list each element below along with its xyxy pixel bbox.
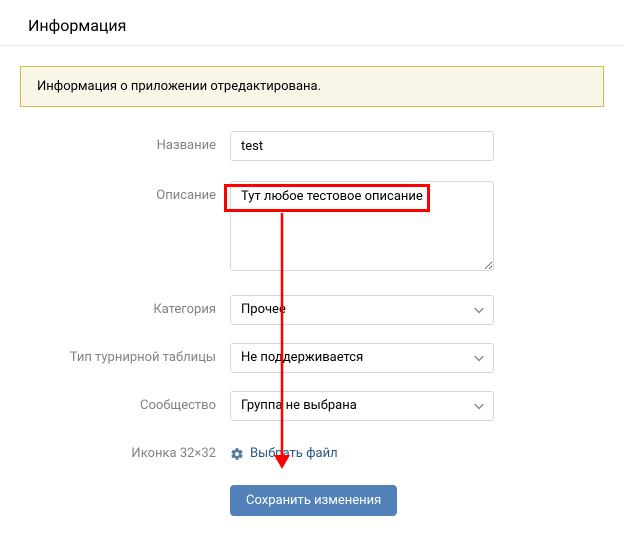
- description-textarea[interactable]: [230, 181, 494, 271]
- page-title: Информация: [0, 0, 624, 45]
- tournament-select[interactable]: Не поддерживается: [230, 343, 494, 373]
- label-community: Сообщество: [20, 391, 230, 413]
- label-name: Название: [20, 131, 230, 153]
- category-select[interactable]: Прочее: [230, 295, 494, 325]
- row-category: Категория Прочее: [20, 295, 604, 325]
- category-selected: Прочее: [230, 295, 494, 325]
- tournament-selected: Не поддерживается: [230, 343, 494, 373]
- label-category: Категория: [20, 295, 230, 317]
- row-description: Описание: [20, 181, 604, 275]
- label-description: Описание: [20, 181, 230, 203]
- notice-success: Информация о приложении отредактирована.: [20, 66, 604, 107]
- content: Информация о приложении отредактирована.…: [0, 46, 624, 536]
- row-tournament: Тип турнирной таблицы Не поддерживается: [20, 343, 604, 373]
- community-selected: Группа не выбрана: [230, 391, 494, 421]
- submit-row: Сохранить изменения: [20, 485, 604, 516]
- row-community: Сообщество Группа не выбрана: [20, 391, 604, 421]
- notice-text: Информация о приложении отредактирована.: [37, 79, 321, 94]
- community-select[interactable]: Группа не выбрана: [230, 391, 494, 421]
- label-icon: Иконка 32×32: [20, 439, 230, 461]
- choose-file-text: Выбрать файл: [250, 446, 338, 461]
- gear-icon: [230, 447, 244, 461]
- row-name: Название: [20, 131, 604, 161]
- name-input[interactable]: [230, 131, 494, 161]
- row-icon: Иконка 32×32 Выбрать файл: [20, 439, 604, 465]
- save-button[interactable]: Сохранить изменения: [230, 485, 397, 516]
- label-tournament: Тип турнирной таблицы: [20, 343, 230, 365]
- choose-file-link[interactable]: Выбрать файл: [230, 439, 338, 461]
